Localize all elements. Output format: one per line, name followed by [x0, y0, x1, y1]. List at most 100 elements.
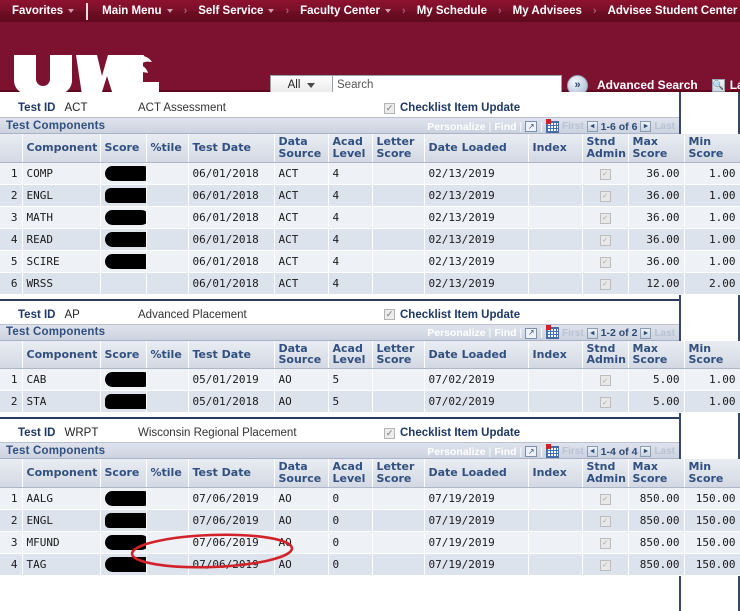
nav-item-advisee-student-center[interactable]: Advisee Student Center	[604, 5, 740, 17]
grid-toolbar: Test Components Personalize | Find | ↗ | First ◄…	[0, 323, 679, 341]
checkbox-checked-icon[interactable]: ✓	[384, 309, 395, 320]
nav-item-main-menu[interactable]: Main Menu	[98, 5, 176, 17]
column-header-tile[interactable]: %tile	[146, 459, 189, 488]
advanced-search-link[interactable]: Advanced Search	[597, 78, 698, 92]
next-page-icon[interactable]: ►	[640, 121, 652, 132]
nav-divider	[86, 2, 89, 20]
column-header-stnd-admin[interactable]: Stnd Admin	[582, 459, 629, 488]
cell-score	[100, 206, 147, 229]
personalize-link[interactable]: Personalize	[427, 446, 485, 458]
checklist-item-update[interactable]: ✓ Checklist Item Update	[384, 427, 520, 439]
cell-index	[528, 272, 583, 295]
download-spreadsheet-icon[interactable]	[546, 118, 559, 133]
column-header-component[interactable]: Component	[22, 340, 101, 369]
find-link[interactable]: Find	[494, 327, 516, 339]
checklist-item-update[interactable]: ✓ Checklist Item Update	[384, 102, 520, 114]
expand-view-icon[interactable]: ↗	[525, 446, 538, 457]
cell-sequence: 4	[0, 553, 23, 576]
column-header-letter-score[interactable]: Letter Score	[372, 134, 425, 163]
download-spreadsheet-icon[interactable]	[546, 443, 559, 458]
column-header-stnd-admin[interactable]: Stnd Admin	[582, 134, 629, 163]
checkbox-checked-icon[interactable]: ✓	[384, 102, 395, 114]
previous-page-icon[interactable]: ◄	[586, 446, 598, 457]
column-header-index[interactable]: Index	[528, 134, 583, 163]
nav-item-self-service[interactable]: Self Service	[194, 5, 278, 17]
last-page-link[interactable]: Last	[654, 328, 675, 339]
cell-min-score: 150.00	[684, 531, 740, 554]
uwl-logo[interactable]	[10, 52, 160, 97]
find-link[interactable]: Find	[494, 121, 516, 133]
first-page-link[interactable]: First	[562, 121, 584, 132]
find-link[interactable]: Find	[494, 446, 516, 458]
grid-toolbar: Test Components Personalize | Find | ↗ | First ◄…	[0, 442, 679, 459]
nav-item-my-advisees[interactable]: My Advisees	[509, 5, 586, 17]
column-header-letter-score[interactable]: Letter Score	[372, 340, 425, 369]
expand-view-icon[interactable]: ↗	[525, 121, 538, 132]
column-header-tile[interactable]: %tile	[146, 134, 189, 163]
column-header-max-score[interactable]: Max Score	[628, 134, 685, 163]
redaction-mark	[104, 556, 145, 572]
nav-item-faculty-center[interactable]: Faculty Center	[296, 5, 395, 17]
column-header-data-source[interactable]: Data Source	[274, 134, 329, 163]
next-page-icon[interactable]: ►	[640, 327, 652, 339]
column-header-date-loaded[interactable]: Date Loaded	[424, 134, 529, 163]
test-id-row: Test ID ACT ACT Assessment ✓ Checklist Item …	[0, 99, 679, 117]
search-scope-label: All	[287, 79, 301, 91]
column-header-min-score[interactable]: Min Score	[684, 459, 740, 488]
cell-score	[100, 509, 147, 532]
breadcrumb-separator-icon: ›	[183, 5, 188, 17]
personalize-link[interactable]: Personalize	[427, 121, 485, 133]
test-id-row: Test ID AP Advanced Placement ✓ Checklist It…	[0, 306, 679, 324]
column-header-component[interactable]: Component	[22, 134, 101, 163]
first-page-link[interactable]: First	[562, 328, 584, 339]
redaction-mark	[104, 372, 145, 387]
column-header-max-score[interactable]: Max Score	[628, 340, 685, 369]
column-header-data-source[interactable]: Data Source	[274, 459, 329, 488]
personalize-link[interactable]: Personalize	[427, 327, 485, 339]
cell-date-loaded: 02/13/2019	[424, 184, 529, 207]
column-header-test-date[interactable]: Test Date	[188, 340, 275, 369]
checklist-item-update[interactable]: ✓ Checklist Item Update	[384, 309, 520, 321]
column-header-min-score[interactable]: Min Score	[684, 340, 740, 369]
last-search-link[interactable]: 🔍 Last Search	[711, 78, 740, 92]
table-row: 2 ENGL 07/06/2019 AO 0 07/19/2019 ✓ 850.00 150.0…	[0, 509, 740, 532]
column-header-acad-level[interactable]: Acad Level	[328, 134, 373, 163]
column-header-acad-level[interactable]: Acad Level	[328, 340, 373, 369]
previous-page-icon[interactable]: ◄	[586, 121, 598, 132]
download-spreadsheet-icon[interactable]	[546, 325, 559, 339]
column-header-max-score[interactable]: Max Score	[628, 459, 685, 488]
column-header-component[interactable]: Component	[22, 459, 101, 488]
checkbox-checked-icon[interactable]: ✓	[384, 427, 395, 439]
column-header-acad-level[interactable]: Acad Level	[328, 459, 373, 488]
first-page-link[interactable]: First	[562, 446, 584, 457]
column-header-index[interactable]: Index	[528, 340, 583, 369]
cell-acad-level: 4	[328, 184, 373, 207]
nav-item-favorites[interactable]: Favorites	[8, 5, 78, 17]
column-header-test-date[interactable]: Test Date	[188, 459, 275, 488]
column-header-index[interactable]: Index	[528, 459, 583, 488]
section-divider	[0, 417, 679, 419]
column-header-date-loaded[interactable]: Date Loaded	[424, 459, 529, 488]
test-id-value: WRPT	[64, 427, 99, 439]
cell-component: MFUND	[22, 531, 101, 554]
last-page-link[interactable]: Last	[654, 121, 675, 132]
column-header-min-score[interactable]: Min Score	[684, 134, 740, 163]
cell-date-loaded: 02/13/2019	[424, 206, 529, 229]
previous-page-icon[interactable]: ◄	[586, 327, 598, 339]
column-header-date-loaded[interactable]: Date Loaded	[424, 340, 529, 369]
test-id-value: AP	[64, 308, 80, 321]
nav-item-my-schedule[interactable]: My Schedule	[413, 5, 491, 17]
cell-component: STA	[22, 390, 101, 413]
column-header-score[interactable]: Score	[100, 459, 147, 488]
column-header-letter-score[interactable]: Letter Score	[372, 459, 425, 488]
column-header-stnd-admin[interactable]: Stnd Admin	[582, 340, 629, 369]
column-header-data-source[interactable]: Data Source	[274, 340, 329, 369]
column-header-score[interactable]: Score	[100, 134, 147, 163]
next-page-icon[interactable]: ►	[640, 446, 652, 457]
column-header-score[interactable]: Score	[100, 340, 147, 369]
column-header-test-date[interactable]: Test Date	[188, 134, 275, 163]
last-page-link[interactable]: Last	[654, 446, 675, 457]
expand-view-icon[interactable]: ↗	[525, 327, 538, 339]
cell-index	[528, 487, 583, 510]
column-header-tile[interactable]: %tile	[146, 340, 189, 369]
